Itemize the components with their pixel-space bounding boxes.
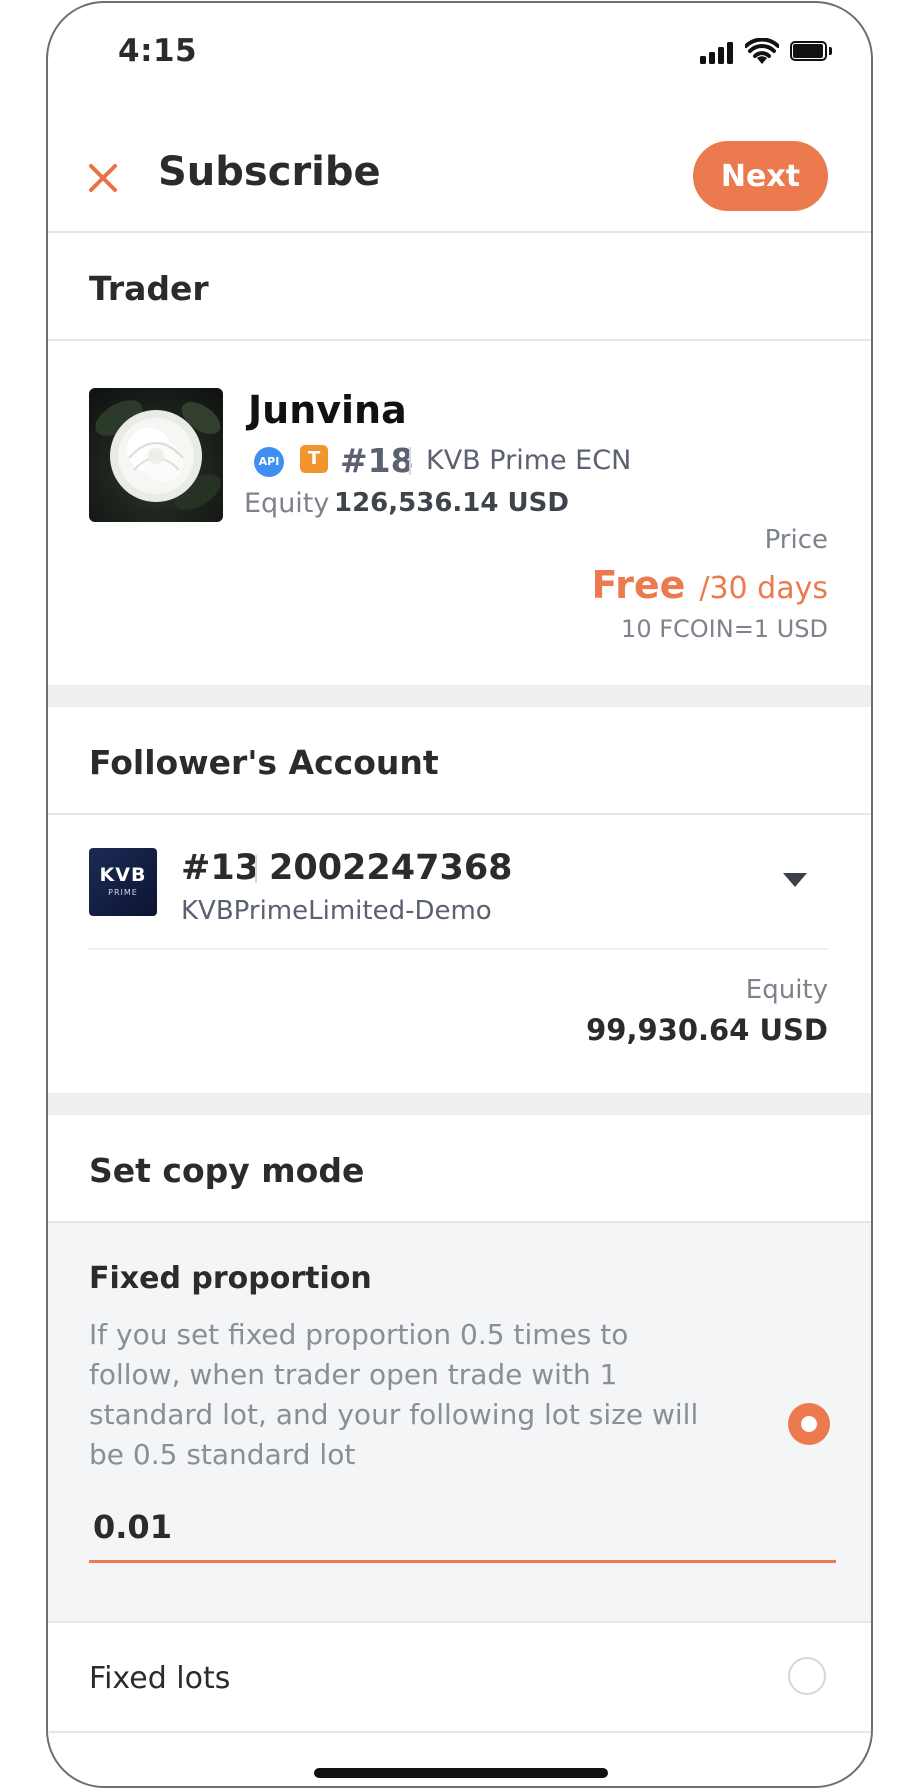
battery-icon — [790, 41, 832, 63]
caret-down-icon[interactable] — [783, 873, 807, 887]
account-number: 2002247368 — [269, 848, 513, 888]
section-gap — [48, 685, 871, 707]
section-gap — [48, 1093, 871, 1115]
trader-name: Junvina — [248, 388, 407, 432]
price-value: Free — [591, 563, 686, 607]
divider — [48, 813, 871, 815]
proportion-input[interactable] — [89, 1503, 836, 1563]
follower-section-title: Follower's Account — [89, 743, 439, 782]
phone-frame: 4:15 Subscribe Next Trader Junvina API T… — [46, 1, 873, 1788]
price-period: /30 days — [699, 571, 828, 606]
trader-equity-label: Equity — [244, 488, 330, 519]
broker-logo: KVB PRIME — [89, 848, 157, 916]
page-title: Subscribe — [158, 149, 381, 195]
fixed-proportion-description: If you set fixed proportion 0.5 times to… — [89, 1318, 699, 1471]
separator — [255, 855, 257, 883]
t-badge-icon: T — [300, 445, 328, 473]
fixed-proportion-option[interactable]: Fixed proportion If you set fixed propor… — [48, 1223, 871, 1621]
fixed-lots-radio[interactable] — [788, 1657, 826, 1695]
divider — [48, 1731, 871, 1733]
follower-equity-value: 99,930.64 USD — [586, 1013, 828, 1047]
next-button[interactable]: Next — [693, 141, 828, 211]
price-label: Price — [764, 525, 828, 555]
account-broker: KVBPrimeLimited-Demo — [181, 896, 492, 926]
api-badge-icon: API — [254, 447, 284, 477]
wifi-icon — [745, 38, 779, 64]
account-rank: #13 — [181, 848, 260, 888]
status-bar: 4:15 — [48, 3, 871, 83]
separator — [409, 447, 411, 475]
trader-rank: #18 — [340, 441, 414, 480]
screen: 4:15 Subscribe Next Trader Junvina API T… — [48, 3, 871, 1786]
divider — [48, 339, 871, 341]
cellular-signal-icon — [700, 42, 738, 64]
status-time: 4:15 — [118, 33, 198, 69]
top-bar: Subscribe Next — [48, 121, 871, 231]
trader-server: KVB Prime ECN — [426, 445, 632, 476]
trader-avatar — [89, 388, 223, 522]
close-icon[interactable] — [86, 161, 120, 195]
price-row: Free/30 days — [592, 563, 828, 607]
fixed-proportion-title: Fixed proportion — [89, 1261, 372, 1296]
fixed-lots-label: Fixed lots — [89, 1661, 231, 1696]
fixed-proportion-radio[interactable] — [788, 1403, 830, 1445]
home-indicator[interactable] — [314, 1768, 608, 1778]
follower-equity-label: Equity — [745, 975, 828, 1005]
divider — [89, 948, 829, 950]
fixed-lots-option[interactable]: Fixed lots — [48, 1623, 871, 1731]
copy-mode-section-title: Set copy mode — [89, 1151, 365, 1190]
trader-equity-value: 126,536.14 USD — [334, 488, 569, 518]
divider — [48, 231, 871, 233]
fcoin-rate: 10 FCOIN=1 USD — [621, 615, 828, 643]
trader-section-title: Trader — [89, 269, 209, 308]
camellia-flower-image — [95, 400, 221, 510]
